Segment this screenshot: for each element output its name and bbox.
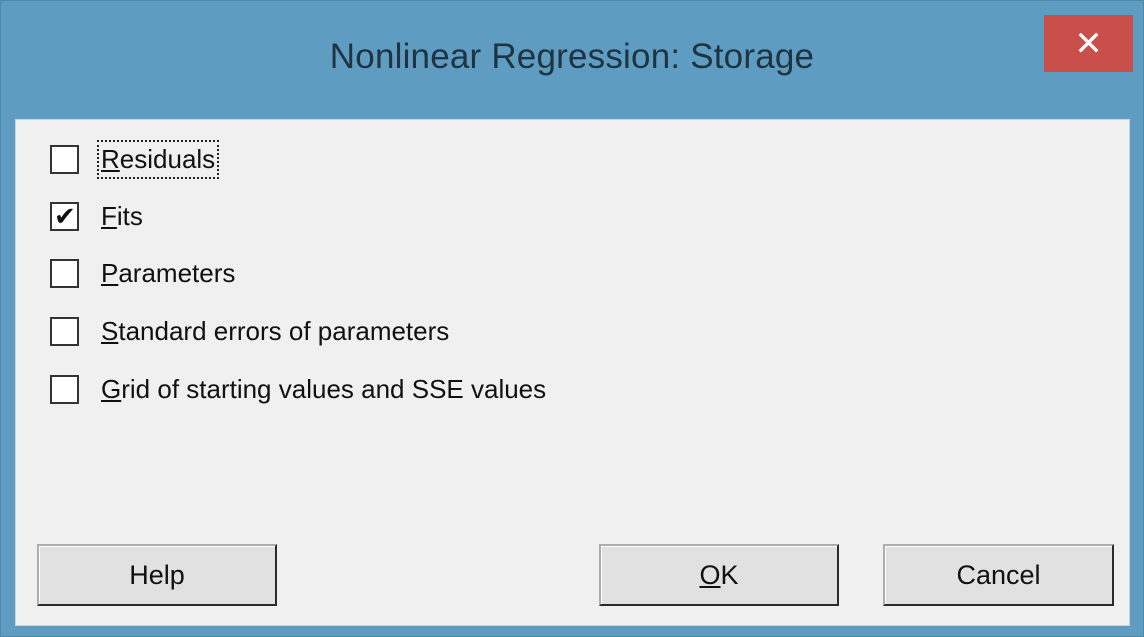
close-icon: ✕: [1074, 24, 1103, 63]
checkmark-icon: ✔: [54, 200, 76, 231]
close-button[interactable]: ✕: [1044, 15, 1133, 72]
standard-errors-label[interactable]: Standard errors of parameters: [99, 314, 451, 349]
dialog-window: Nonlinear Regression: Storage ✕ Residual…: [0, 0, 1144, 637]
dialog-client-area: Residuals ✔ Fits Parameters Standard err…: [15, 119, 1130, 626]
ok-button[interactable]: OK: [599, 544, 839, 606]
grid-of-starting-values-label[interactable]: Grid of starting values and SSE values: [99, 372, 548, 407]
standard-errors-checkbox[interactable]: [50, 316, 79, 346]
option-parameters[interactable]: Parameters: [50, 254, 237, 292]
option-standard-errors[interactable]: Standard errors of parameters: [50, 312, 451, 350]
residuals-checkbox[interactable]: [50, 144, 79, 174]
title-bar[interactable]: Nonlinear Regression: Storage ✕: [1, 1, 1143, 119]
window-title: Nonlinear Regression: Storage: [329, 37, 815, 76]
residuals-label[interactable]: Residuals: [96, 139, 220, 179]
option-fits[interactable]: ✔ Fits: [50, 197, 145, 235]
help-button[interactable]: Help: [37, 544, 277, 606]
fits-label[interactable]: Fits: [99, 199, 145, 234]
parameters-checkbox[interactable]: [50, 258, 79, 288]
grid-of-starting-values-checkbox[interactable]: [50, 374, 79, 404]
parameters-label[interactable]: Parameters: [99, 256, 237, 291]
cancel-button[interactable]: Cancel: [883, 544, 1114, 606]
fits-checkbox[interactable]: ✔: [50, 200, 79, 231]
option-residuals[interactable]: Residuals: [50, 139, 220, 179]
option-grid-of-starting-values[interactable]: Grid of starting values and SSE values: [50, 370, 548, 408]
